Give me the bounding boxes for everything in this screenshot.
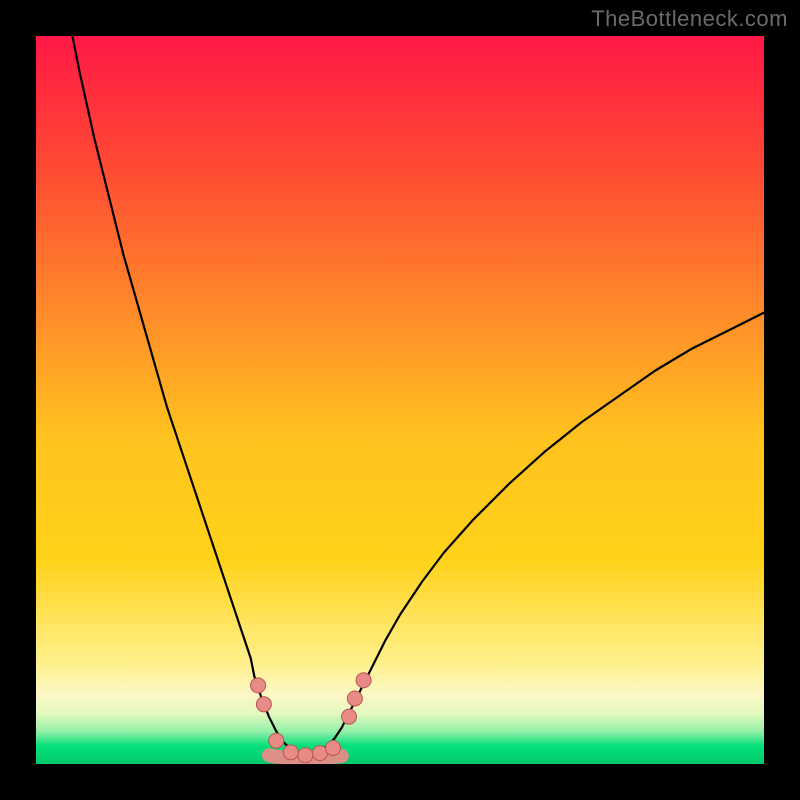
marker-point [283, 745, 298, 760]
marker-point [298, 748, 313, 763]
marker-point [342, 709, 357, 724]
marker-point [269, 733, 284, 748]
plot-area [36, 36, 764, 764]
marker-point [256, 697, 271, 712]
gradient-bg [36, 36, 764, 764]
marker-point [347, 691, 362, 706]
marker-point [251, 678, 266, 693]
marker-point [326, 740, 341, 755]
marker-point [356, 673, 371, 688]
plot-svg [36, 36, 764, 764]
watermark-text: TheBottleneck.com [591, 6, 788, 32]
chart-frame: TheBottleneck.com [0, 0, 800, 800]
